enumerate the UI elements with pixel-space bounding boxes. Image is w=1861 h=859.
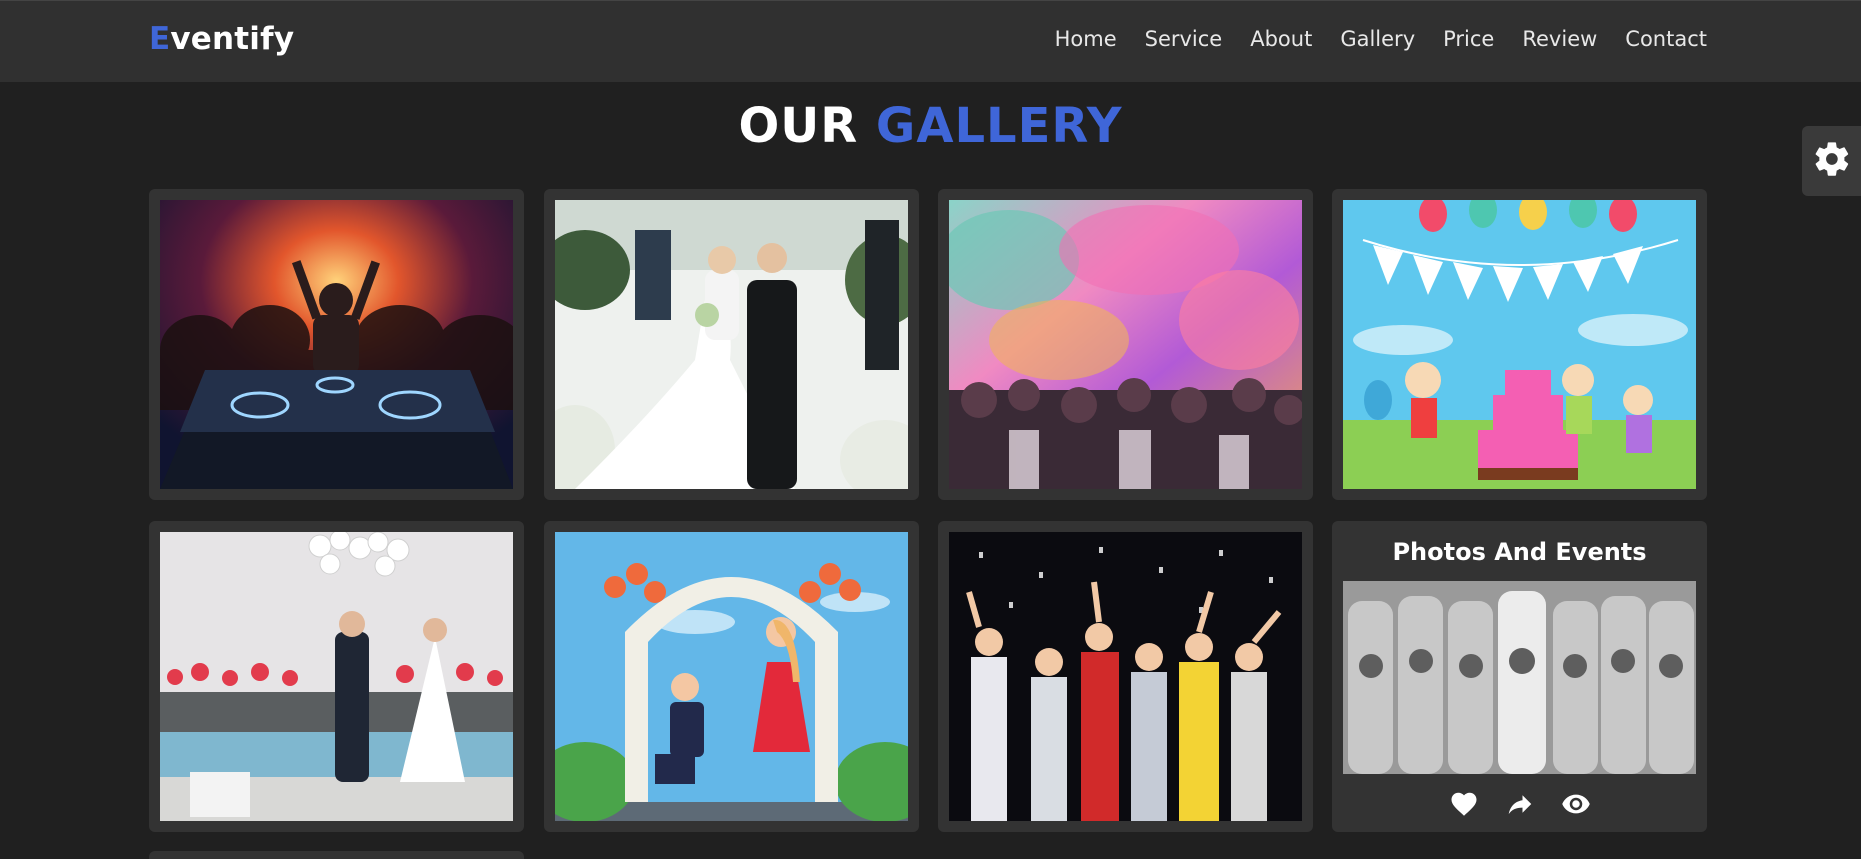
nav-link-contact[interactable]: Contact (1625, 27, 1707, 51)
feature-card-actions (1343, 789, 1696, 819)
section-title-plain: OUR (738, 98, 859, 154)
gallery-image-confetti-party (949, 532, 1302, 821)
heart-icon[interactable] (1449, 789, 1479, 819)
nav-link-home[interactable]: Home (1055, 27, 1117, 51)
nav-link-review[interactable]: Review (1522, 27, 1597, 51)
gallery-image-birthday-cartoon (1343, 200, 1696, 489)
nav-link-service[interactable]: Service (1145, 27, 1223, 51)
feature-card-title: Photos And Events (1392, 538, 1647, 566)
gallery-image-wedding-balloons (160, 532, 513, 821)
brand-logo-rest: ventify (170, 21, 295, 57)
gallery-card-dj-concert[interactable] (149, 189, 524, 500)
gallery-card-confetti-party[interactable] (938, 521, 1313, 832)
gallery-card-birthday-cartoon[interactable] (1332, 189, 1707, 500)
share-icon[interactable] (1505, 789, 1535, 819)
brand-logo[interactable]: Eventify (149, 21, 294, 57)
nav-links: Home Service About Gallery Price Review … (1027, 27, 1707, 51)
settings-toggle-button[interactable] (1802, 126, 1861, 196)
gallery-image-bridesmaids-grayscale (1343, 581, 1696, 774)
nav-link-gallery[interactable]: Gallery (1340, 27, 1415, 51)
navbar: Eventify Home Service About Gallery Pric… (0, 0, 1861, 82)
gallery-card-holi-color-festival[interactable] (938, 189, 1313, 500)
eye-icon[interactable] (1561, 789, 1591, 819)
gallery-card-next-row (149, 851, 524, 859)
gallery-image-holi-color-festival (949, 200, 1302, 489)
brand-logo-first-letter: E (149, 21, 171, 57)
gallery-image-proposal-cartoon (555, 532, 908, 821)
gallery-image-wedding-couple (555, 200, 908, 489)
gallery-card-wedding-balloons[interactable] (149, 521, 524, 832)
nav-link-about[interactable]: About (1250, 27, 1312, 51)
gallery-card-wedding-couple[interactable] (544, 189, 919, 500)
feature-card-photos-and-events[interactable]: Photos And Events (1332, 521, 1707, 832)
gallery-image-dj-concert (160, 200, 513, 489)
section-title: OUR GALLERY (0, 98, 1861, 154)
gear-icon (1812, 139, 1852, 183)
gallery-card-proposal-cartoon[interactable] (544, 521, 919, 832)
section-title-accent: GALLERY (875, 98, 1123, 154)
nav-link-price[interactable]: Price (1443, 27, 1494, 51)
